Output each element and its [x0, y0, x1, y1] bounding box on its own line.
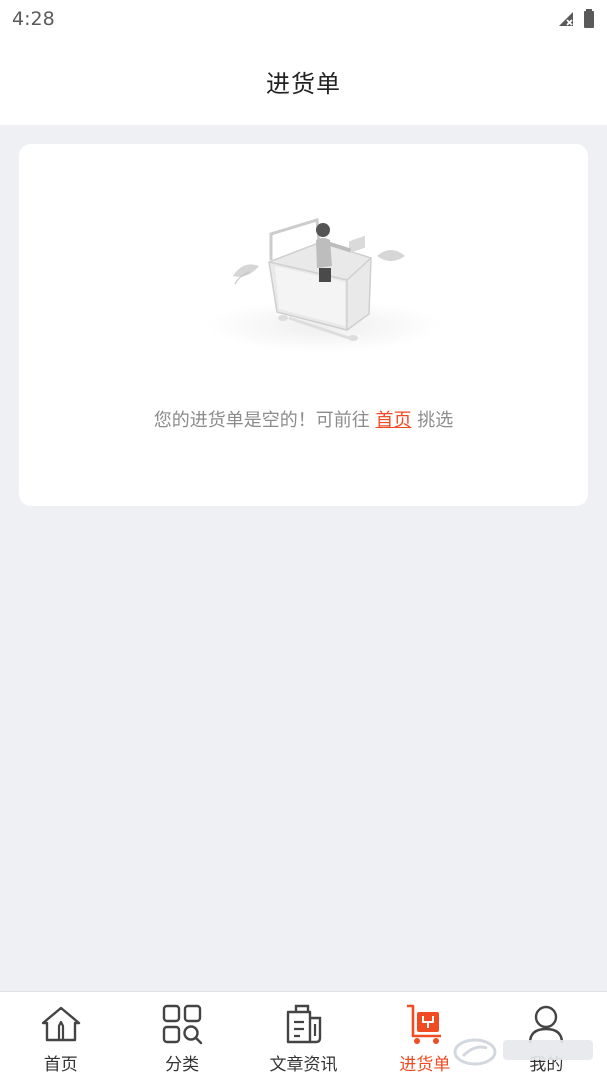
tab-cart-label: 进货单 — [399, 1055, 451, 1075]
cart-icon — [406, 1004, 441, 1044]
page-header: 进货单 — [0, 38, 607, 125]
category-icon — [162, 1004, 203, 1045]
empty-text-after: 挑选 — [411, 410, 454, 431]
signal-off-icon — [559, 12, 573, 26]
home-icon — [41, 1006, 80, 1042]
tab-articles-label: 文章资讯 — [269, 1055, 338, 1075]
page-title: 进货单 — [266, 70, 341, 98]
empty-cart-illustration — [206, 218, 442, 352]
empty-text-before: 您的进货单是空的！可前往 — [153, 410, 376, 431]
tab-category-label: 分类 — [165, 1055, 200, 1075]
status-bar: 4:28 — [0, 0, 607, 38]
watermark-logo — [453, 1038, 593, 1066]
status-time: 4:28 — [12, 8, 55, 30]
go-home-link[interactable]: 首页 — [376, 410, 412, 431]
battery-icon — [584, 9, 594, 28]
empty-state-card: 您的进货单是空的！可前往 首页 挑选 — [19, 144, 588, 506]
article-icon — [286, 1004, 321, 1044]
tab-category[interactable]: 分类 — [121, 992, 242, 1080]
tab-articles[interactable]: 文章资讯 — [243, 992, 364, 1080]
tab-home-label: 首页 — [43, 1055, 78, 1075]
tab-home[interactable]: 首页 — [0, 992, 121, 1080]
status-icons — [555, 9, 595, 29]
empty-state-message: 您的进货单是空的！可前往 首页 挑选 — [19, 406, 588, 432]
